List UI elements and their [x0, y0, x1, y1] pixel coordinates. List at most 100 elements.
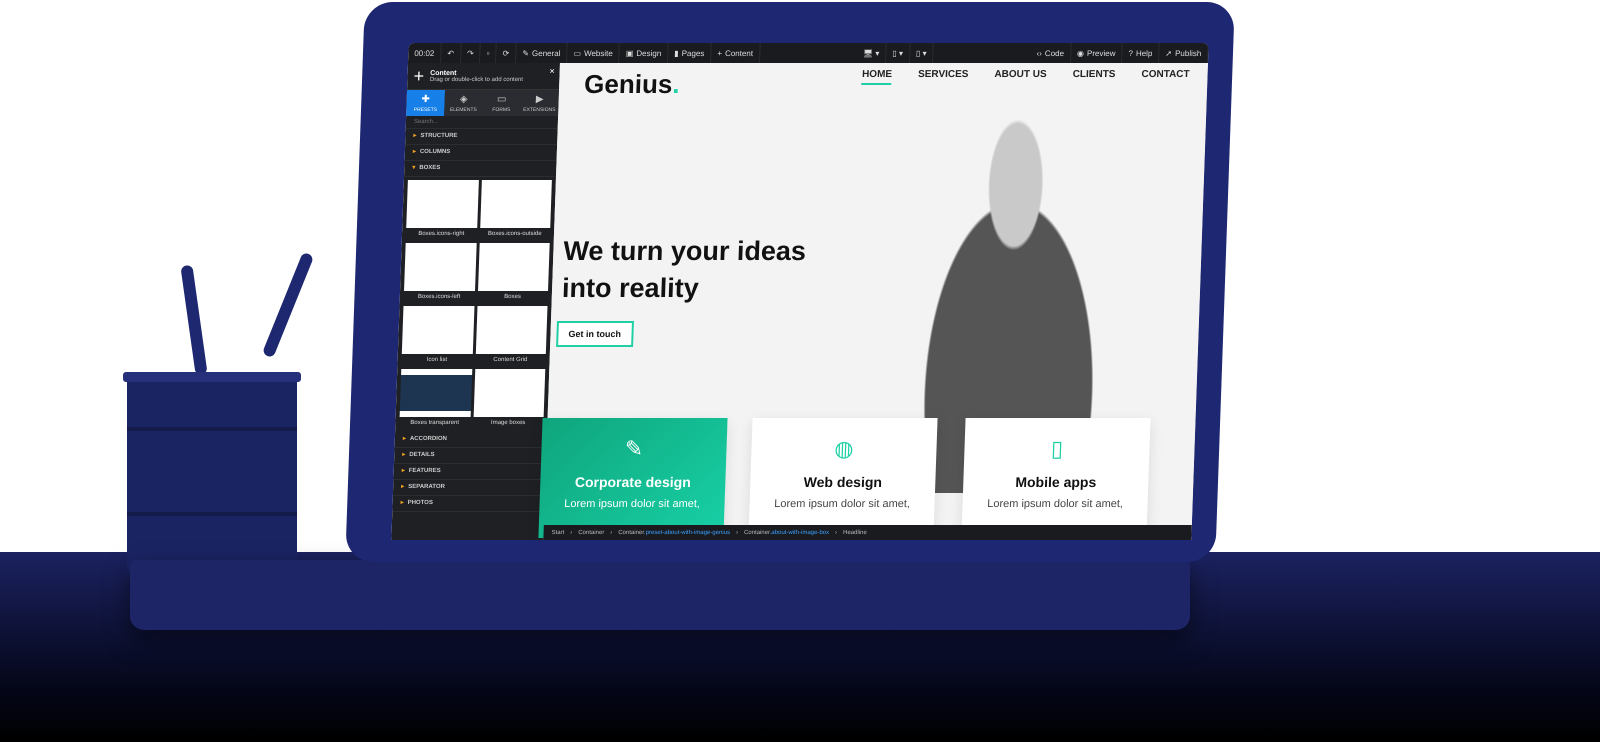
design-button[interactable]: ▣ Design [619, 43, 669, 63]
save-icon[interactable]: ▫ [480, 43, 497, 63]
crumb-class: .preset-about-with-image-genius [643, 529, 731, 536]
timer: 00:02 [407, 43, 442, 63]
mobile-icon: ▯ [1050, 436, 1064, 461]
preview-label: Preview [1086, 48, 1116, 58]
play-icon: ▶ [535, 93, 544, 105]
site-logo[interactable]: Genius. [584, 69, 680, 100]
desktop-view-button[interactable]: 🖥 ▾ [856, 43, 887, 63]
preset-card[interactable]: Content Grid [475, 306, 548, 366]
nav-home[interactable]: HOME [861, 69, 893, 85]
box-text: Lorem ipsum dolor sit amet, [987, 498, 1124, 510]
pencil-cup [123, 372, 301, 577]
crumb-container[interactable]: Container.about-with-image-box [744, 530, 829, 536]
undo-icon[interactable]: ↶ [441, 43, 462, 63]
crumb-headline[interactable]: Headline [843, 530, 867, 536]
tab-label: ELEMENTS [449, 106, 477, 113]
category-label: FEATURES [408, 468, 441, 474]
content-button[interactable]: + Content [711, 43, 761, 63]
preset-card[interactable]: Boxes [477, 243, 550, 303]
pages-button[interactable]: ▮ Pages [667, 43, 712, 63]
tab-extensions[interactable]: ▶ EXTENSIONS [520, 90, 560, 116]
hero-line: We turn your ideas [562, 236, 807, 266]
code-button[interactable]: ‹› Code [1030, 43, 1072, 63]
crumb-container[interactable]: Container.preset-about-with-image-genius [618, 530, 730, 536]
category-separator[interactable]: ▸ SEPARATOR [392, 480, 546, 496]
chevron-right-icon: › [735, 529, 739, 536]
preset-label: Boxes.icons-left [417, 294, 461, 300]
website-button[interactable]: ▭ Website [567, 43, 621, 63]
preset-thumbnail [479, 180, 552, 228]
chevron-right-icon: › [570, 529, 573, 536]
pages-label: Pages [681, 48, 705, 58]
breadcrumb: Start › Container › Container.preset-about… [543, 525, 1192, 540]
category-photos[interactable]: ▸ PHOTOS [392, 496, 545, 512]
general-button[interactable]: ✎ General [515, 43, 568, 63]
pencil [180, 264, 208, 376]
image-icon: ▣ [625, 48, 634, 58]
preset-card[interactable]: Boxes.icons-outside [479, 180, 552, 240]
help-button[interactable]: ? Help [1122, 43, 1160, 63]
puzzle-icon: ✚ [421, 93, 431, 105]
preset-card[interactable]: Icon list [401, 306, 474, 366]
nav-about[interactable]: ABOUT US [994, 69, 1047, 85]
tab-presets[interactable]: ✚ PRESETS [406, 90, 446, 116]
service-box: ◍ Web design Lorem ipsum dolor sit amet, [748, 418, 938, 538]
help-icon: ? [1128, 48, 1134, 58]
pencil-icon: ✎ [624, 436, 644, 461]
publish-button[interactable]: ➚ Publish [1159, 43, 1209, 63]
search-input[interactable]: Search... [405, 116, 559, 129]
crumb-start[interactable]: Start [551, 530, 564, 536]
category-boxes[interactable]: ▾ BOXES [403, 161, 557, 177]
redo-icon[interactable]: ↷ [460, 43, 482, 63]
plus-icon: + [717, 48, 723, 58]
preset-thumbnail [406, 180, 479, 228]
category-label: STRUCTURE [420, 133, 458, 139]
preset-thumbnail [399, 369, 472, 417]
preset-card[interactable]: Boxes.icons-right [406, 180, 479, 240]
category-details[interactable]: ▸ DETAILS [393, 448, 547, 464]
preset-thumbnail [401, 306, 474, 354]
close-icon[interactable]: × [549, 66, 555, 76]
tablet-view-button[interactable]: ▯ ▾ [886, 43, 911, 63]
preset-thumbnail [475, 306, 548, 354]
box-text: Lorem ipsum dolor sit amet, [774, 498, 911, 510]
site-nav: HOME SERVICES ABOUT US CLIENTS CONTACT [861, 69, 1190, 85]
content-label: Content [724, 48, 754, 58]
code-icon: ‹› [1036, 48, 1043, 58]
preset-card[interactable]: Boxes transparent [399, 369, 472, 429]
caret-right-icon: ▸ [401, 484, 405, 490]
preset-label: Image boxes [490, 420, 526, 426]
nav-services[interactable]: SERVICES [918, 69, 969, 85]
tab-elements[interactable]: ◈ ELEMENTS [444, 90, 484, 116]
panel-title: Content [430, 69, 457, 77]
cube-icon: ◈ [459, 93, 468, 105]
caret-right-icon: ▸ [400, 500, 404, 506]
crumb-container[interactable]: Container [578, 530, 604, 536]
box-title: Web design [803, 474, 883, 490]
caret-down-icon: ▾ [412, 165, 416, 171]
nav-clients[interactable]: CLIENTS [1072, 69, 1115, 85]
caret-right-icon: ▸ [402, 452, 406, 458]
preset-card[interactable]: Boxes.icons-left [404, 243, 477, 303]
preset-grid: Boxes.icons-right Boxes.icons-outside Bo… [395, 177, 556, 432]
caret-right-icon: ▸ [401, 468, 405, 474]
category-structure[interactable]: ▸ STRUCTURE [405, 129, 558, 145]
category-columns[interactable]: ▸ COLUMNS [404, 145, 558, 161]
box-title: Mobile apps [1015, 474, 1097, 490]
mobile-view-button[interactable]: ▯ ▾ [909, 43, 935, 63]
nav-contact[interactable]: CONTACT [1141, 69, 1190, 85]
preset-card[interactable]: Image boxes [473, 369, 546, 429]
tab-label: EXTENSIONS [523, 106, 556, 113]
category-accordion[interactable]: ▸ ACCORDION [394, 432, 548, 448]
crumb-label: Container [618, 529, 645, 536]
editor-toolbar: 00:02 ↶ ↷ ▫ ⟳ ✎ General ▭ Website ▣ Design … [407, 43, 1209, 63]
refresh-icon[interactable]: ⟳ [496, 43, 517, 63]
get-in-touch-button[interactable]: Get in touch [556, 321, 634, 347]
chevron-right-icon: › [834, 529, 838, 536]
preview-button[interactable]: ◉ Preview [1070, 43, 1123, 63]
category-label: SEPARATOR [408, 484, 445, 490]
category-label: PHOTOS [407, 500, 433, 506]
category-features[interactable]: ▸ FEATURES [393, 464, 546, 480]
tab-forms[interactable]: ▭ FORMS [482, 90, 522, 116]
box-title: Corporate design [574, 474, 692, 490]
